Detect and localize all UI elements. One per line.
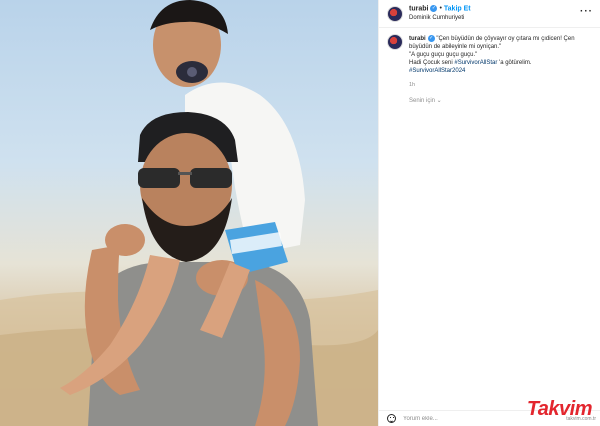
post-header: turabi ✓ • Takip Et Dominik Cumhuriyeti ··· — [379, 0, 600, 28]
caption-line-3-start: Hadi Çocuk seni — [409, 60, 453, 67]
watermark-domain: takvim.com.tr — [566, 416, 596, 422]
avatar[interactable] — [387, 6, 403, 22]
verified-icon: ✓ — [430, 5, 438, 12]
watermark: Takvim takvim.com.tr — [496, 398, 600, 426]
location-link[interactable]: Dominik Cumhuriyeti — [409, 15, 464, 21]
emoji-icon[interactable] — [387, 414, 396, 423]
post-image-illustration — [0, 0, 378, 426]
post-photo[interactable] — [0, 0, 378, 426]
follow-button[interactable]: Takip Et — [444, 5, 471, 12]
more-icon[interactable]: ··· — [580, 6, 593, 17]
post-detail-panel: turabi ✓ • Takip Et Dominik Cumhuriyeti ···… — [378, 0, 600, 426]
caption-line-3-end: 'a götürelim. — [499, 60, 532, 67]
separator-dot: • — [439, 5, 442, 13]
hashtag-link[interactable]: #SurvivorAllStar2024 — [409, 68, 465, 74]
post-time[interactable]: 1h — [409, 82, 415, 88]
verified-icon: ✓ — [427, 35, 435, 42]
caption-line-2: "A guçu guçu guçu guçu." — [409, 52, 478, 59]
avatar[interactable] — [387, 34, 403, 50]
username-link[interactable]: turabi — [409, 5, 428, 12]
caption-text: turabi ✓ "Çen büyüdün de çöyvayır oy çıta… — [409, 35, 595, 75]
hashtag-link[interactable]: #SurvivorAllStar — [454, 60, 497, 66]
caption-username[interactable]: turabi — [409, 36, 426, 42]
post-author: turabi ✓ • Takip Et — [409, 5, 471, 12]
for-you-dropdown[interactable]: Senin için ⌄ — [409, 97, 442, 104]
